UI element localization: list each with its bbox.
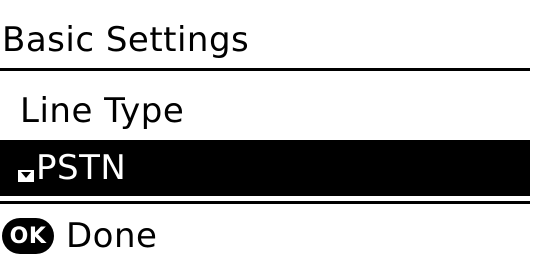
selected-option-row[interactable]: PSTN — [0, 140, 530, 196]
screen-header: Basic Settings — [0, 16, 530, 64]
done-label: Done — [66, 216, 158, 256]
lcd-screen: Basic Settings Line Type PSTN OK Done — [0, 0, 538, 267]
ok-button-icon[interactable]: OK — [2, 218, 54, 254]
page-title: Basic Settings — [2, 20, 250, 60]
dropdown-arrow-icon — [18, 170, 34, 182]
footer-divider — [0, 201, 530, 204]
footer-bar: OK Done — [0, 212, 530, 260]
menu-item-label: Line Type — [20, 91, 185, 131]
header-divider — [0, 68, 530, 71]
menu-item-line-type[interactable]: Line Type — [0, 86, 530, 136]
selected-option-value: PSTN — [36, 148, 127, 188]
